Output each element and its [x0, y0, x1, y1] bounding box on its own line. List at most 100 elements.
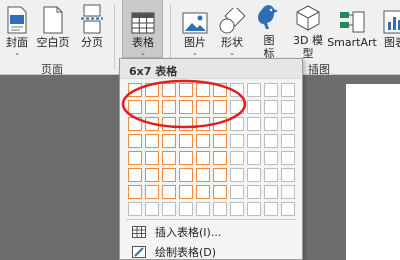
- table-grid-cell[interactable]: [264, 151, 278, 165]
- table-grid-cell[interactable]: [145, 168, 159, 182]
- table-grid-cell[interactable]: [162, 151, 176, 165]
- table-grid-cell[interactable]: [196, 100, 210, 114]
- table-grid-cell[interactable]: [247, 168, 261, 182]
- table-grid-cell[interactable]: [162, 168, 176, 182]
- table-grid-cell[interactable]: [247, 151, 261, 165]
- table-grid-cell[interactable]: [196, 168, 210, 182]
- chevron-down-icon[interactable]: ⌄: [140, 49, 146, 57]
- table-grid-cell[interactable]: [230, 202, 244, 216]
- table-grid-cell[interactable]: [128, 185, 142, 199]
- table-grid-cell[interactable]: [230, 117, 244, 131]
- table-grid-cell[interactable]: [145, 117, 159, 131]
- table-grid-cell[interactable]: [230, 151, 244, 165]
- table-grid-cell[interactable]: [162, 100, 176, 114]
- table-grid-cell[interactable]: [247, 134, 261, 148]
- table-grid-cell[interactable]: [145, 83, 159, 97]
- insert-table-icon: [129, 226, 149, 238]
- table-grid-cell[interactable]: [128, 117, 142, 131]
- table-grid-cell[interactable]: [281, 134, 295, 148]
- table-grid-cell[interactable]: [213, 117, 227, 131]
- table-grid-cell[interactable]: [213, 168, 227, 182]
- pictures-button[interactable]: 图片 ⌄: [178, 0, 212, 60]
- table-grid-cell[interactable]: [230, 168, 244, 182]
- table-grid-cell[interactable]: [145, 100, 159, 114]
- table-grid-cell[interactable]: [281, 168, 295, 182]
- table-grid-cell[interactable]: [247, 100, 261, 114]
- page-break-button[interactable]: 分页: [78, 0, 106, 60]
- table-grid-cell[interactable]: [213, 185, 227, 199]
- table-grid-cell[interactable]: [264, 100, 278, 114]
- table-grid-cell[interactable]: [179, 151, 193, 165]
- blank-page-icon: [42, 0, 64, 34]
- table-grid-cell[interactable]: [179, 100, 193, 114]
- table-grid-cell[interactable]: [128, 134, 142, 148]
- table-grid-cell[interactable]: [162, 134, 176, 148]
- draw-table-menu-item[interactable]: 绘制表格(D): [121, 242, 303, 260]
- table-size-grid[interactable]: [128, 83, 298, 219]
- table-grid-cell[interactable]: [179, 134, 193, 148]
- table-grid-cell[interactable]: [247, 117, 261, 131]
- insert-table-menu-item[interactable]: 插入表格(I)...: [121, 222, 303, 242]
- icons-button[interactable]: 图 标: [256, 0, 282, 60]
- table-grid-cell[interactable]: [128, 100, 142, 114]
- table-grid-cell[interactable]: [264, 134, 278, 148]
- table-grid-cell[interactable]: [264, 117, 278, 131]
- chevron-down-icon[interactable]: ⌄: [192, 49, 198, 57]
- chevron-down-icon[interactable]: ⌄: [14, 49, 20, 57]
- table-grid-cell[interactable]: [230, 134, 244, 148]
- table-grid-cell[interactable]: [230, 83, 244, 97]
- table-grid-cell[interactable]: [145, 185, 159, 199]
- table-grid-cell[interactable]: [179, 168, 193, 182]
- table-grid-cell[interactable]: [162, 117, 176, 131]
- table-grid-cell[interactable]: [162, 185, 176, 199]
- table-grid-cell[interactable]: [162, 202, 176, 216]
- table-grid-cell[interactable]: [281, 185, 295, 199]
- table-grid-cell[interactable]: [281, 202, 295, 216]
- table-grid-cell[interactable]: [281, 117, 295, 131]
- smartart-button[interactable]: SmartArt: [327, 0, 377, 60]
- table-grid-cell[interactable]: [281, 83, 295, 97]
- table-grid-cell[interactable]: [264, 202, 278, 216]
- table-grid-cell[interactable]: [247, 83, 261, 97]
- table-grid-cell[interactable]: [179, 83, 193, 97]
- table-grid-cell[interactable]: [264, 185, 278, 199]
- shapes-button[interactable]: 形状 ⌄: [218, 0, 246, 60]
- table-grid-cell[interactable]: [145, 151, 159, 165]
- table-grid-cell[interactable]: [281, 100, 295, 114]
- table-grid-cell[interactable]: [213, 151, 227, 165]
- table-grid-cell[interactable]: [196, 134, 210, 148]
- table-grid-cell[interactable]: [162, 83, 176, 97]
- cover-page-button[interactable]: 封面 ⌄: [4, 0, 30, 60]
- table-grid-cell[interactable]: [213, 100, 227, 114]
- table-grid-cell[interactable]: [179, 117, 193, 131]
- table-grid-cell[interactable]: [213, 83, 227, 97]
- table-grid-cell[interactable]: [247, 185, 261, 199]
- table-grid-cell[interactable]: [196, 185, 210, 199]
- table-grid-cell[interactable]: [128, 168, 142, 182]
- table-grid-cell[interactable]: [247, 202, 261, 216]
- table-grid-cell[interactable]: [145, 202, 159, 216]
- 3d-model-button[interactable]: 3D 模 型: [288, 0, 328, 60]
- table-grid-cell[interactable]: [281, 151, 295, 165]
- table-grid-cell[interactable]: [128, 151, 142, 165]
- table-grid-cell[interactable]: [128, 202, 142, 216]
- table-grid-cell[interactable]: [213, 202, 227, 216]
- chart-button[interactable]: 图表: [380, 0, 400, 60]
- table-grid-cell[interactable]: [264, 168, 278, 182]
- blank-page-button[interactable]: 空白页: [35, 0, 71, 60]
- table-grid-cell[interactable]: [196, 117, 210, 131]
- table-grid-cell[interactable]: [264, 83, 278, 97]
- page-break-icon: [80, 0, 104, 34]
- table-grid-cell[interactable]: [213, 134, 227, 148]
- table-button[interactable]: 表格 ⌄: [124, 0, 162, 60]
- table-grid-cell[interactable]: [230, 185, 244, 199]
- table-grid-cell[interactable]: [196, 83, 210, 97]
- table-grid-cell[interactable]: [196, 202, 210, 216]
- table-grid-cell[interactable]: [230, 100, 244, 114]
- table-grid-cell[interactable]: [196, 151, 210, 165]
- table-grid-cell[interactable]: [179, 185, 193, 199]
- chevron-down-icon[interactable]: ⌄: [229, 49, 235, 57]
- table-grid-cell[interactable]: [179, 202, 193, 216]
- table-grid-cell[interactable]: [145, 134, 159, 148]
- table-grid-cell[interactable]: [128, 83, 142, 97]
